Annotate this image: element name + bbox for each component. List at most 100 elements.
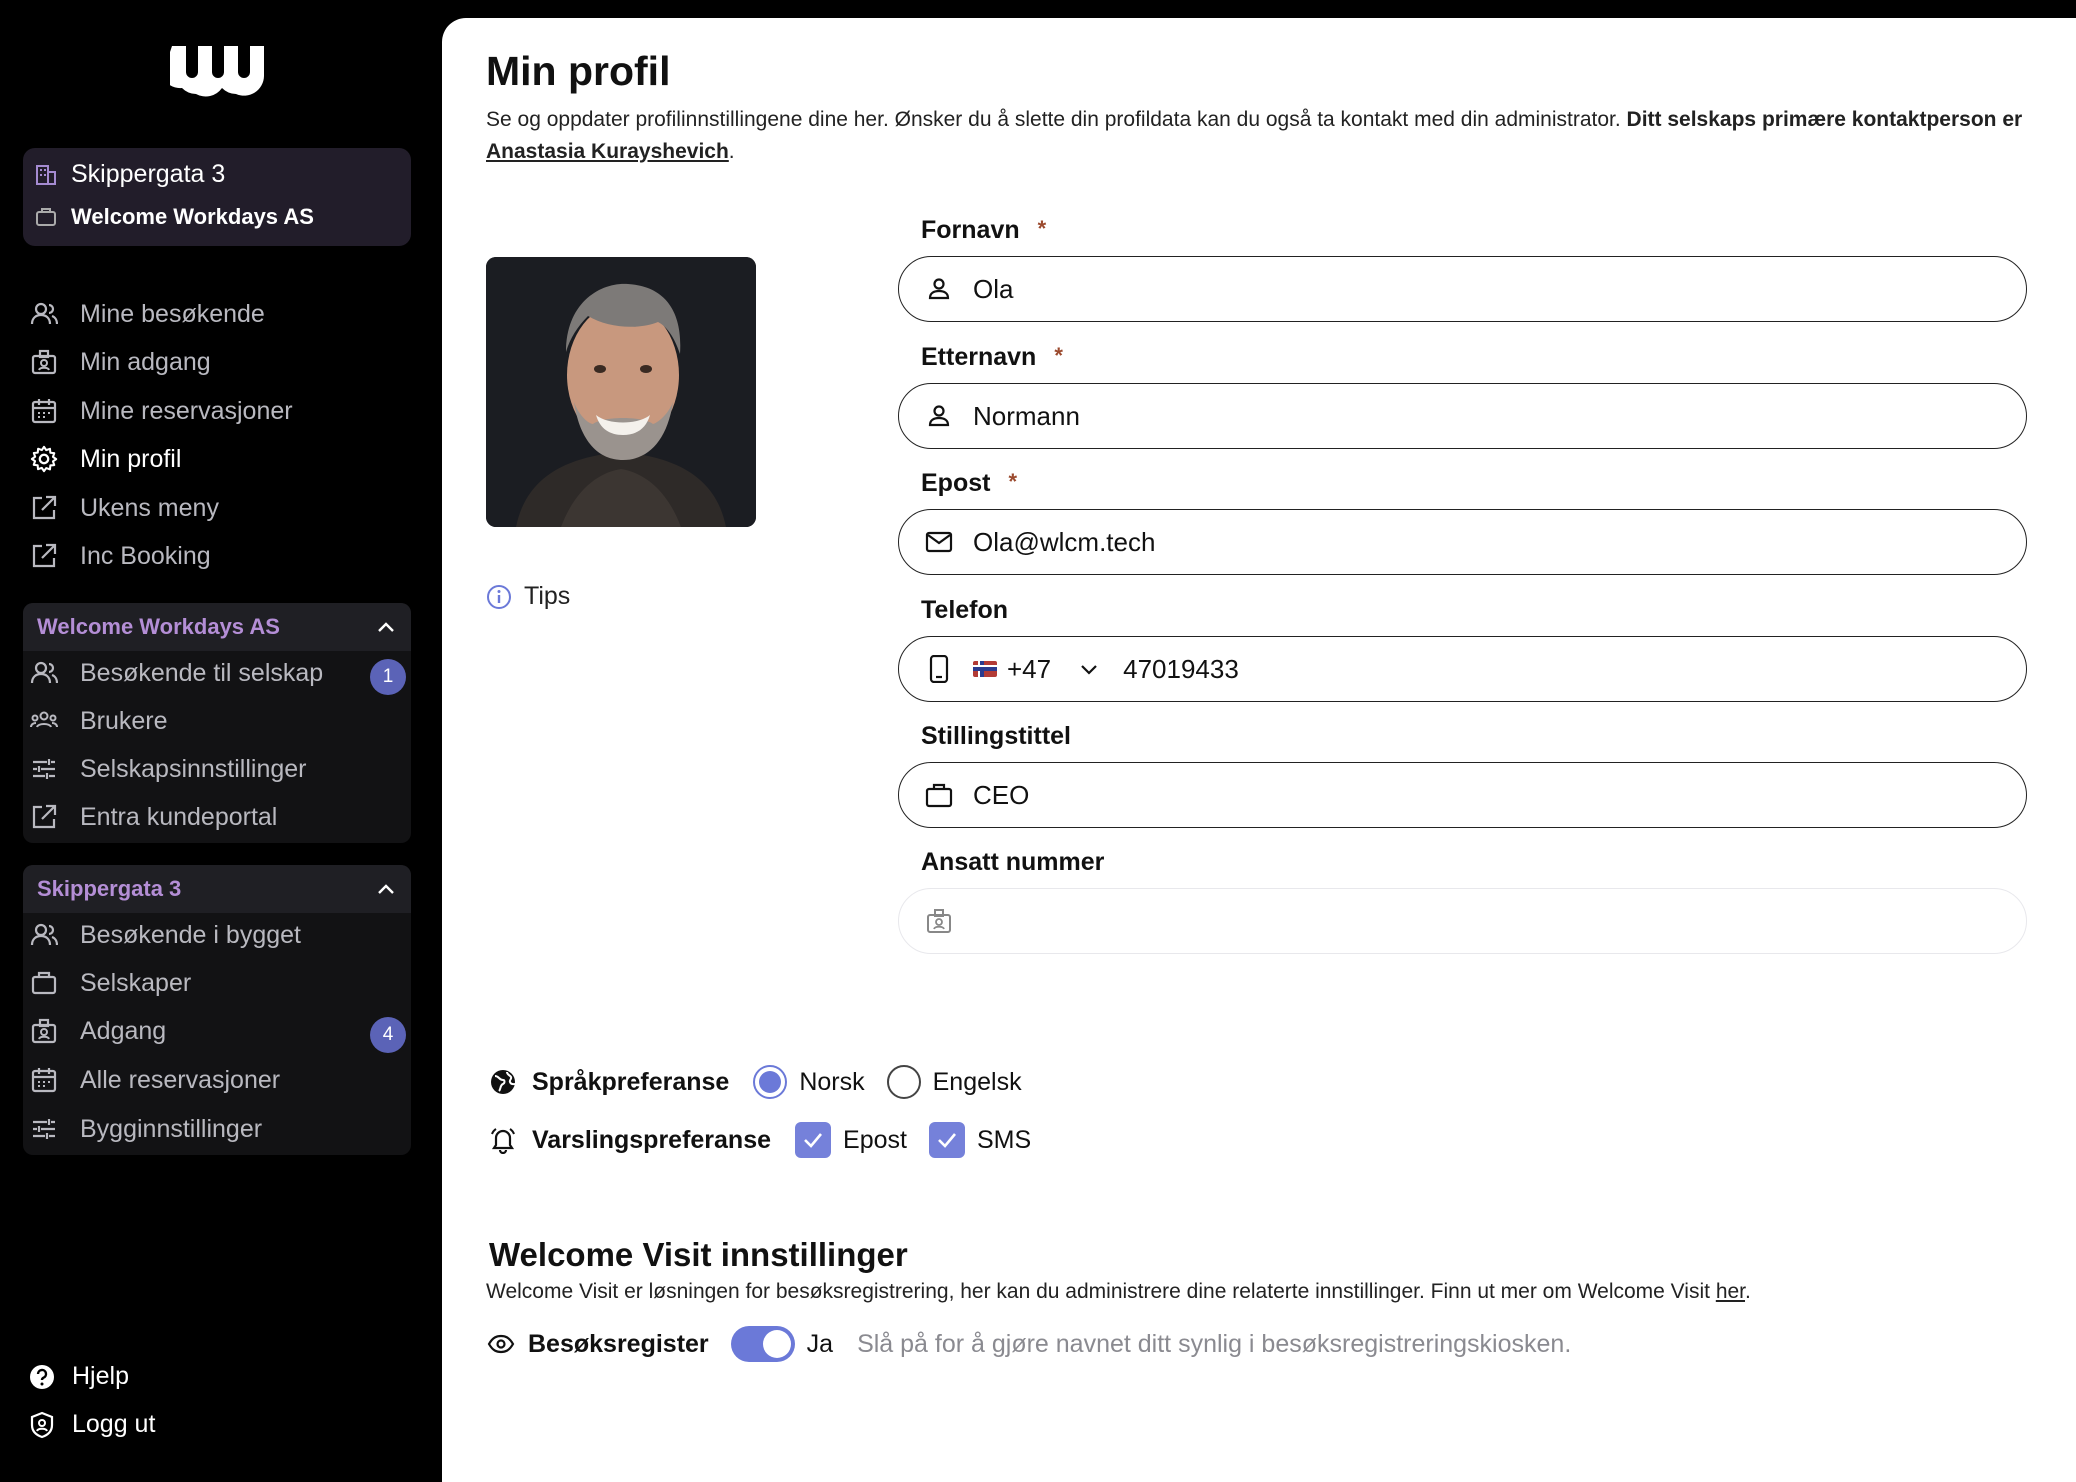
location-switcher[interactable]: Skippergata 3 Welcome Workdays AS <box>23 148 411 246</box>
visit-more-link[interactable]: her <box>1716 1280 1745 1303</box>
nav-mine-reservasjoner[interactable]: Mine reservasjoner <box>30 389 293 433</box>
users-icon <box>30 659 58 687</box>
job-title-input[interactable] <box>973 779 1873 811</box>
badge-icon <box>30 348 58 376</box>
avatar-image <box>486 257 756 527</box>
nav-besokende-til-selskap[interactable]: Besøkende til selskap <box>30 651 323 695</box>
job-title-field[interactable] <box>898 762 2027 828</box>
nav-brukere[interactable]: Brukere <box>30 699 168 743</box>
last-name-input[interactable] <box>973 400 1873 432</box>
nav-label: Entra kundeportal <box>80 802 278 831</box>
nav-label: Mine reservasjoner <box>80 396 293 425</box>
company-group-header[interactable]: Welcome Workdays AS <box>23 603 411 651</box>
bell-icon <box>488 1125 518 1155</box>
radio-button[interactable] <box>753 1065 788 1099</box>
briefcase-icon <box>35 206 57 228</box>
calendar-icon <box>30 1066 58 1094</box>
mobile-icon <box>925 655 953 683</box>
nav-selskapsinnstillinger[interactable]: Selskapsinnstillinger <box>30 747 307 791</box>
chevron-down-icon <box>1081 665 1097 675</box>
shield-icon <box>28 1411 56 1439</box>
logo-icon[interactable] <box>170 44 266 98</box>
radio-engelsk[interactable]: Engelsk <box>886 1065 1022 1099</box>
check-icon <box>938 1133 956 1148</box>
briefcase-icon <box>30 969 58 997</box>
building-group-header[interactable]: Skippergata 3 <box>23 865 411 913</box>
language-preference: Språkpreferanse Norsk Engelsk <box>488 1065 1044 1099</box>
users-icon <box>30 921 58 949</box>
badge-icon <box>925 907 953 935</box>
employee-number-input[interactable] <box>973 905 1873 937</box>
group-title: Skippergata 3 <box>37 876 182 901</box>
nav-ukens-meny[interactable]: Ukens meny <box>30 486 219 530</box>
gear-icon <box>30 445 58 473</box>
required-marker: * <box>1054 343 1063 368</box>
employee-number-label: Ansatt nummer <box>921 848 1105 876</box>
option-label: Engelsk <box>932 1067 1022 1096</box>
tips-label: Tips <box>524 582 571 610</box>
nav-inc-booking[interactable]: Inc Booking <box>30 534 211 578</box>
nav-label: Besøkende til selskap <box>80 658 324 687</box>
nav-label: Besøkende i bygget <box>80 920 301 949</box>
chevron-up-icon <box>378 884 394 894</box>
first-name-label: Fornavn * <box>921 216 1046 245</box>
external-link-icon <box>30 494 58 522</box>
building-group: Skippergata 3 Besøkende i bygget Selskap… <box>23 865 411 1155</box>
sidebar: Skippergata 3 Welcome Workdays AS Mine b… <box>0 0 442 1482</box>
nav-min-adgang[interactable]: Min adgang <box>30 340 211 384</box>
tips-link[interactable]: Tips <box>486 582 570 611</box>
profile-photo[interactable] <box>486 257 756 527</box>
nav-entra-kundeportal[interactable]: Entra kundeportal <box>30 795 277 839</box>
norway-flag-icon <box>973 661 997 677</box>
email-label: Epost * <box>921 469 1017 498</box>
checkbox-sms[interactable]: SMS <box>928 1122 1032 1158</box>
contact-link[interactable]: Anastasia Kurayshevich <box>486 140 729 163</box>
nav-label: Min adgang <box>80 347 211 376</box>
nav-selskaper[interactable]: Selskaper <box>30 961 191 1005</box>
count-badge: 1 <box>370 659 406 695</box>
checkbox[interactable] <box>928 1122 965 1158</box>
nav-besokende-i-bygget[interactable]: Besøkende i bygget <box>30 913 301 957</box>
page-title: Min profil <box>486 48 671 94</box>
email-input[interactable] <box>973 526 1873 558</box>
chevron-up-icon <box>378 622 394 632</box>
badge-icon <box>30 1017 58 1045</box>
nav-min-profil[interactable]: Min profil <box>30 437 181 481</box>
checkbox[interactable] <box>795 1122 832 1158</box>
phone-field[interactable]: +47 <box>898 636 2027 702</box>
nav-adgang[interactable]: Adgang <box>30 1009 166 1053</box>
phone-input[interactable] <box>1123 653 1824 685</box>
country-code: +47 <box>1007 653 1052 684</box>
nav-mine-besokende[interactable]: Mine besøkende <box>30 292 265 336</box>
nav-alle-reservasjoner[interactable]: Alle reservasjoner <box>30 1058 280 1102</box>
last-name-label: Etternavn * <box>921 343 1063 372</box>
radio-button[interactable] <box>886 1065 921 1099</box>
help-link[interactable]: Hjelp <box>28 1362 129 1391</box>
last-name-field[interactable] <box>898 383 2027 449</box>
option-label: SMS <box>976 1125 1032 1154</box>
visit-register-toggle[interactable] <box>730 1326 795 1362</box>
email-field[interactable] <box>898 509 2027 575</box>
nav-label: Alle reservasjoner <box>80 1065 281 1094</box>
page-intro: Se og oppdater profilinnstillingene dine… <box>486 108 2023 163</box>
nav-label: Brukere <box>80 706 168 735</box>
check-icon <box>804 1133 823 1148</box>
external-link-icon <box>30 803 58 831</box>
main-content: Min profil Se og oppdater profilinnstill… <box>442 18 2076 1482</box>
option-label: Epost <box>843 1125 907 1154</box>
nav-bygginnstillinger[interactable]: Bygginnstillinger <box>30 1107 262 1151</box>
employee-number-field[interactable] <box>898 888 2027 954</box>
label-text: Fornavn <box>921 216 1020 244</box>
job-title-label: Stillingstittel <box>921 722 1071 750</box>
option-label: Norsk <box>799 1067 865 1096</box>
required-marker: * <box>1037 216 1047 241</box>
building-name: Skippergata 3 <box>71 160 226 188</box>
logout-link[interactable]: Logg ut <box>28 1410 155 1439</box>
first-name-field[interactable] <box>898 256 2027 322</box>
checkbox-epost[interactable]: Epost <box>795 1122 907 1158</box>
radio-norsk[interactable]: Norsk <box>753 1065 865 1099</box>
toggle-value: Ja <box>806 1329 834 1358</box>
country-code-select[interactable]: +47 <box>973 654 1099 685</box>
first-name-input[interactable] <box>973 273 1873 305</box>
help-label: Hjelp <box>72 1362 129 1390</box>
